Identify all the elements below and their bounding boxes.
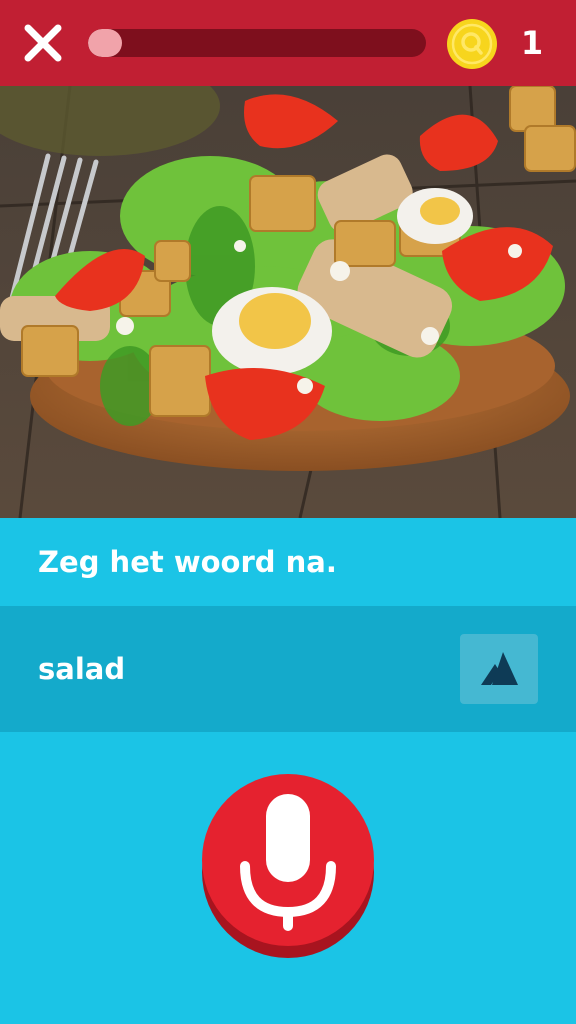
progress-fill bbox=[88, 29, 122, 57]
mic-area bbox=[0, 732, 576, 1024]
instruction-text: Zeg het woord na. bbox=[38, 545, 337, 579]
slow-audio-button[interactable] bbox=[460, 634, 538, 704]
top-bar: 1 bbox=[0, 0, 576, 86]
close-button[interactable] bbox=[22, 22, 64, 64]
progress-bar bbox=[88, 29, 426, 57]
close-icon bbox=[24, 24, 62, 62]
salad-image bbox=[0, 86, 576, 518]
slow-audio-icon bbox=[481, 652, 518, 685]
word-row: salad bbox=[0, 606, 576, 732]
microphone-button[interactable] bbox=[200, 774, 376, 962]
microphone-icon bbox=[202, 774, 374, 958]
instruction-panel: Zeg het woord na. bbox=[0, 518, 576, 606]
target-word: salad bbox=[38, 652, 126, 686]
coin-count: 1 bbox=[520, 24, 544, 62]
coin-icon bbox=[446, 18, 498, 70]
